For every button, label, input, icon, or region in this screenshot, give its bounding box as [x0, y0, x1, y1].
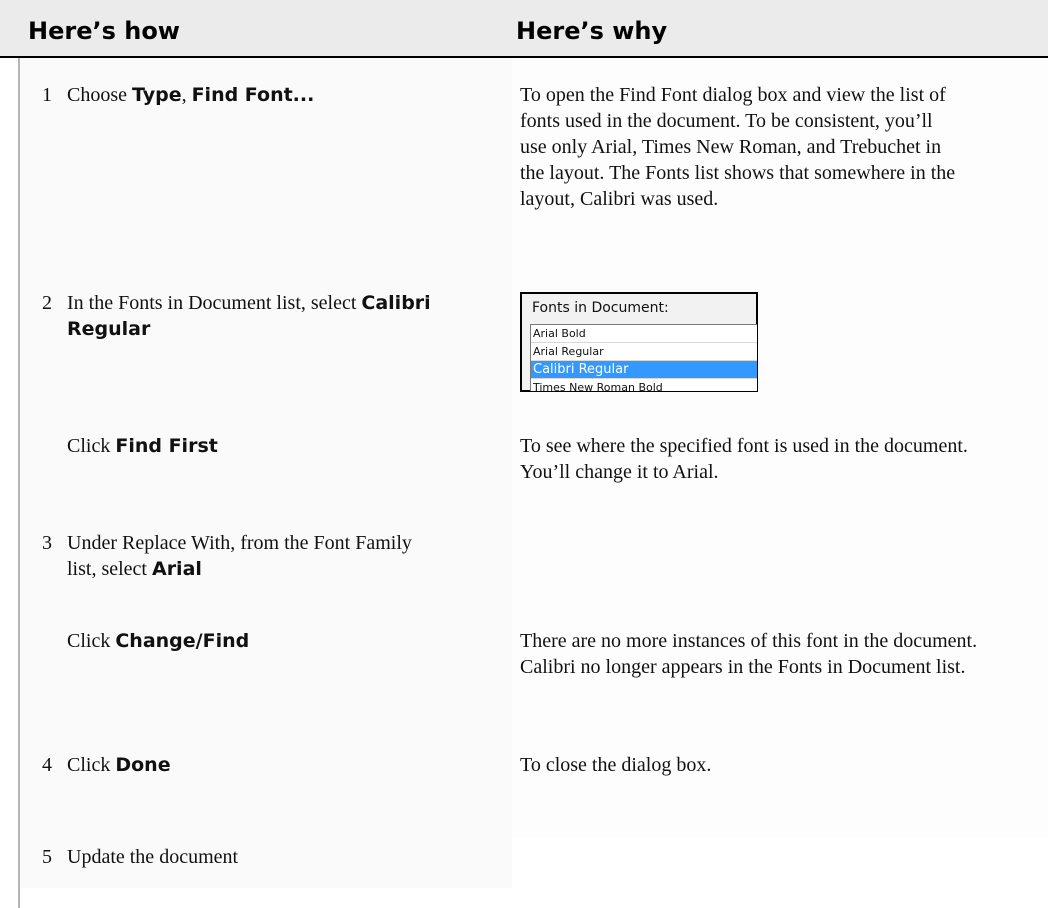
step-2b-why: To see where the specified font is used … [520, 435, 968, 483]
keyword-arial: Arial [151, 558, 202, 580]
keyword-done: Done [115, 754, 171, 776]
fonts-in-document-screenshot: Fonts in Document: Arial Bold Arial Regu… [520, 292, 758, 392]
step-3b-why: There are no more instances of this font… [520, 630, 978, 678]
instruction-text: Click [67, 435, 116, 457]
instruction-text: Under Replace With, from the Font Family… [67, 532, 412, 580]
instruction-text: Choose [67, 84, 132, 106]
step-4-how: 4 Click Done [42, 752, 442, 778]
step-instruction: Under Replace With, from the Font Family… [42, 530, 442, 582]
step-1-why: To open the Find Font dialog box and vie… [520, 84, 956, 210]
instruction-sep: , [181, 84, 192, 106]
font-option: Arial Bold [531, 325, 757, 343]
keyword-find-first: Find First [115, 435, 218, 457]
instruction-text: Click [67, 630, 116, 652]
step-instruction: In the Fonts in Document list, select Ca… [42, 290, 442, 342]
column-heading-how: Here’s how [28, 17, 180, 45]
font-option: Times New Roman Bold [531, 379, 757, 391]
step-2-how: 2 In the Fonts in Document list, select … [42, 290, 442, 342]
font-option-selected: Calibri Regular [531, 361, 757, 379]
document-page: Here’s how Here’s why 1 Choose Type, Fin… [0, 0, 1048, 908]
table-header: Here’s how Here’s why [0, 0, 1048, 56]
step-number: 2 [42, 292, 52, 314]
fonts-list: Arial Bold Arial Regular Calibri Regular… [530, 324, 757, 391]
step-4-why: To close the dialog box. [520, 754, 712, 776]
step-5-how: 5 Update the document [42, 844, 442, 870]
step-number: 5 [42, 846, 52, 868]
column-heading-why: Here’s why [516, 17, 668, 45]
font-option: Arial Regular [531, 343, 757, 361]
step-2b-how: Click Find First [67, 433, 487, 459]
step-instruction: Choose Type, Find Font... [42, 82, 502, 108]
step-number: 1 [42, 84, 52, 106]
step-number: 4 [42, 754, 52, 776]
keyword-find-font: Find Font... [191, 84, 315, 106]
step-instruction: Click Change/Find [67, 628, 487, 654]
step-number: 3 [42, 532, 52, 554]
step-instruction: Click Find First [67, 433, 487, 459]
keyword-type: Type [132, 84, 182, 106]
keyword-change-find: Change/Find [115, 630, 250, 652]
step-1-how: 1 Choose Type, Find Font... [42, 82, 502, 108]
instruction-text: In the Fonts in Document list, select [67, 292, 362, 314]
step-instruction: Click Done [42, 752, 442, 778]
instruction-text: Click [67, 754, 116, 776]
step-3-how: 3 Under Replace With, from the Font Fami… [42, 530, 442, 582]
fonts-in-document-label: Fonts in Document: [532, 300, 669, 316]
step-instruction: Update the document [67, 846, 239, 868]
step-3b-how: Click Change/Find [67, 628, 487, 654]
